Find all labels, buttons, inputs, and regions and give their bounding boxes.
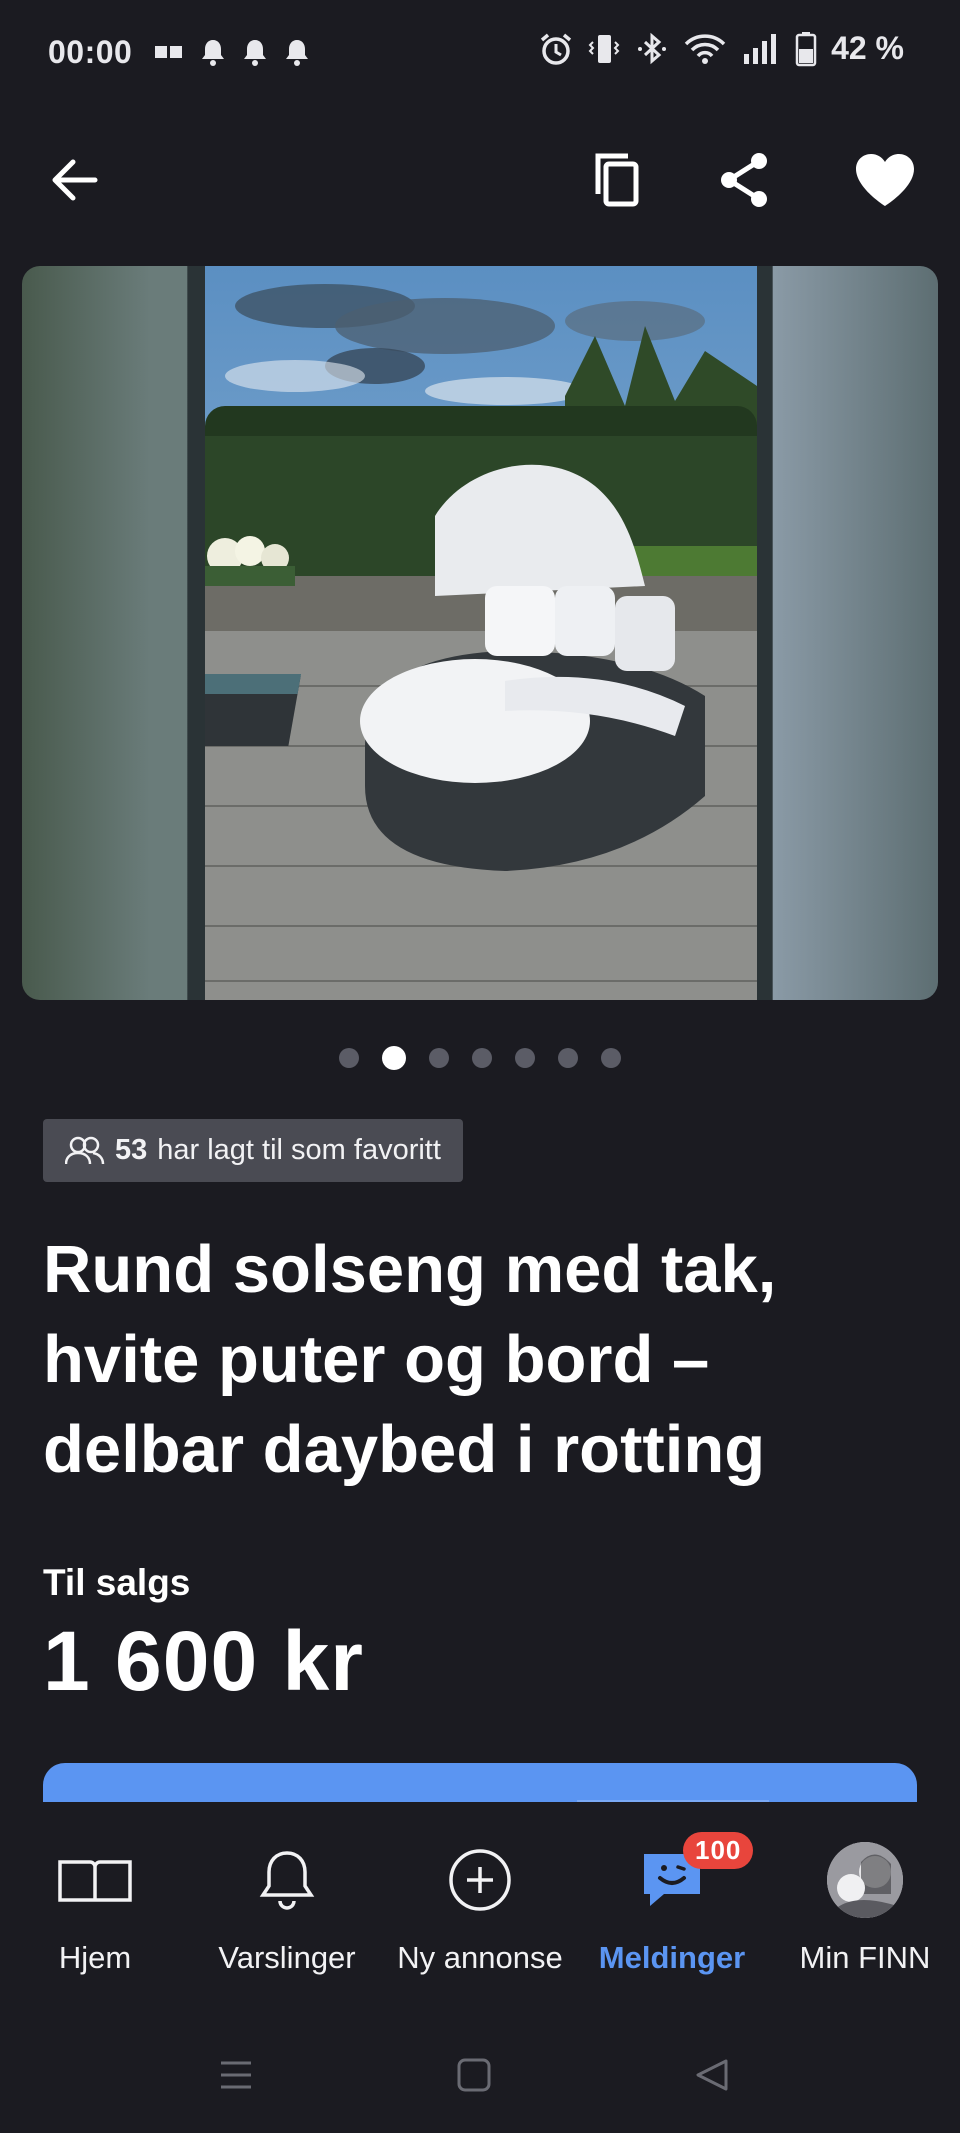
nav-label: Hjem — [58, 1940, 132, 1975]
status-bar: 00:00 42 % — [0, 0, 960, 110]
unread-messages-badge: 100 — [683, 1832, 754, 1869]
primary-action-button[interactable] — [43, 1763, 917, 1803]
notification-bell-icon — [286, 40, 308, 66]
sale-type-label: Til salgs — [43, 1562, 191, 1603]
nav-icon-wrap — [435, 1840, 525, 1920]
status-time: 00:00 — [48, 34, 133, 70]
nav-icon-wrap — [242, 1840, 332, 1920]
pager-dot[interactable] — [515, 1048, 535, 1068]
pager-dot[interactable] — [339, 1048, 359, 1068]
back-arrow-icon — [52, 159, 98, 201]
nav-label: Ny annonse — [397, 1940, 563, 1975]
bottom-navigation: Hjem Varslinger Ny annonse 100 Meldinger… — [0, 1802, 960, 2002]
back-button[interactable] — [34, 140, 114, 220]
pager-dot[interactable] — [601, 1048, 621, 1068]
vibrate-icon — [588, 34, 620, 63]
gallery-pager — [0, 1046, 960, 1070]
bell-icon — [259, 1851, 315, 1910]
system-back-button[interactable] — [682, 2050, 742, 2100]
recent-apps-icon — [221, 2061, 251, 2089]
favorites-count: 53 — [115, 1134, 148, 1166]
share-icon — [721, 153, 767, 207]
image-gallery[interactable] — [22, 266, 938, 1000]
home-square-icon — [457, 2058, 491, 2092]
plus-circle-icon — [449, 1849, 511, 1911]
battery-percent: 42 % — [831, 30, 904, 66]
notification-bell-icon — [202, 40, 224, 66]
status-system-icons: 42 % — [539, 30, 904, 67]
bluetooth-icon — [638, 32, 667, 64]
battery-icon — [795, 31, 817, 66]
pager-dot[interactable] — [472, 1048, 492, 1068]
status-notification-icons — [154, 38, 310, 66]
listing-photo[interactable] — [205, 266, 757, 1000]
home-button[interactable] — [444, 2050, 504, 2100]
listing-price: 1 600 kr — [43, 1614, 364, 1708]
avatar — [827, 1842, 903, 1918]
listing-title: Rund solseng med tak, hvite puter og bor… — [43, 1232, 777, 1487]
nav-label: Min FINN — [799, 1940, 931, 1975]
back-triangle-icon — [696, 2059, 728, 2091]
nav-item-ny-annonse[interactable]: Ny annonse — [385, 1840, 575, 1976]
pager-dot-active[interactable] — [382, 1046, 406, 1070]
recent-apps-button[interactable] — [206, 2050, 266, 2100]
signal-icon — [744, 33, 777, 64]
nav-item-varslinger[interactable]: Varslinger — [192, 1840, 382, 1976]
wifi-icon — [684, 33, 726, 64]
nav-icon-wrap: 100 — [627, 1832, 754, 1920]
pager-dot[interactable] — [558, 1048, 578, 1068]
favorite-heart-icon — [856, 154, 914, 206]
nav-item-meldinger[interactable]: 100 Meldinger — [577, 1832, 767, 1976]
nav-label: Meldinger — [598, 1940, 746, 1975]
favorite-button[interactable] — [845, 140, 925, 220]
nav-icon-wrap — [50, 1840, 140, 1920]
favorites-text: har lagt til som favoritt — [157, 1134, 441, 1166]
people-icon — [65, 1136, 105, 1164]
book-icon — [58, 1860, 132, 1902]
top-app-bar — [0, 110, 960, 260]
system-navigation-bar — [0, 2010, 960, 2133]
sim-icon — [155, 46, 182, 58]
nav-label: Varslinger — [218, 1940, 356, 1975]
pager-dot[interactable] — [429, 1048, 449, 1068]
notification-bell-icon — [244, 40, 266, 66]
copy-link-button[interactable] — [578, 140, 658, 220]
copy-icon — [595, 153, 639, 207]
nav-icon-wrap — [820, 1840, 910, 1920]
favorites-count-badge: 53 har lagt til som favoritt — [43, 1119, 463, 1182]
share-button[interactable] — [704, 140, 784, 220]
nav-item-min-finn[interactable]: Min FINN — [770, 1840, 960, 1976]
alarm-icon — [540, 33, 572, 65]
nav-item-hjem[interactable]: Hjem — [0, 1840, 190, 1976]
